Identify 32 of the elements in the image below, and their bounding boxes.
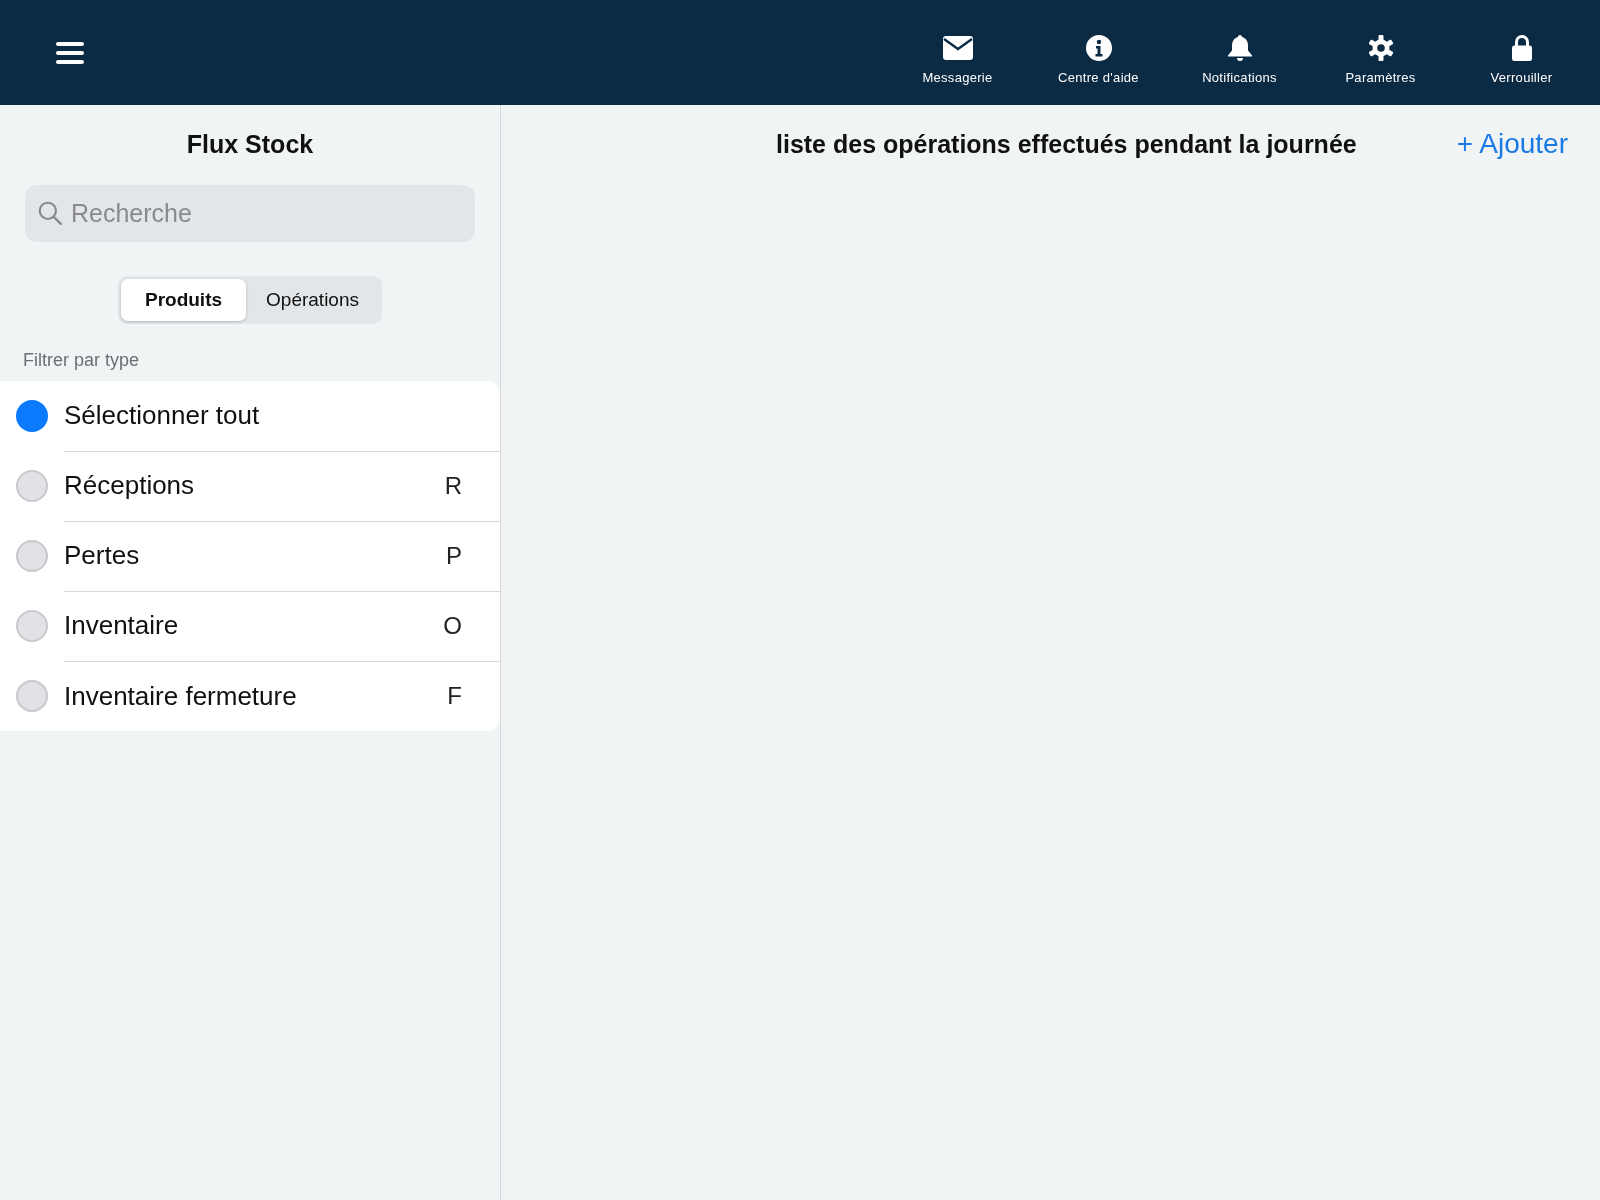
segment-tab[interactable]: Opérations xyxy=(246,279,379,321)
radio-button[interactable] xyxy=(16,470,48,502)
radio-button[interactable] xyxy=(16,400,48,432)
gear-icon xyxy=(1367,34,1394,62)
sidebar-title: Flux Stock xyxy=(186,129,314,160)
add-link[interactable]: + Ajouter xyxy=(1456,128,1568,160)
toolbar-button[interactable]: Verrouiller xyxy=(1451,0,1592,105)
filter-option[interactable]: Inventaire xyxy=(64,610,179,641)
toolbar-button[interactable]: Messagerie xyxy=(887,0,1028,105)
filter-option[interactable]: Inventaire fermeture xyxy=(64,680,297,712)
bell-icon xyxy=(1226,34,1253,62)
section-label: Filtrer par type xyxy=(23,350,140,371)
envelope-icon xyxy=(942,34,973,62)
radio-button[interactable] xyxy=(16,680,48,712)
filter-option[interactable]: Sélectionner tout xyxy=(64,400,260,431)
radio-button[interactable] xyxy=(16,610,48,642)
search-field[interactable]: Recherche xyxy=(25,185,475,242)
shortcut-letter: F xyxy=(447,682,462,710)
filter-option[interactable]: Réceptions xyxy=(64,470,195,501)
page-title: liste des opérations effectués pendant la journée xyxy=(776,129,1357,159)
shortcut-letter: R xyxy=(444,471,462,500)
segment-tab[interactable]: Produits xyxy=(121,279,247,321)
shortcut-letter: P xyxy=(446,541,462,570)
toolbar-button[interactable]: Centre d'aide xyxy=(1028,0,1169,105)
lock-icon xyxy=(1511,34,1532,62)
shortcut-letter: O xyxy=(443,611,462,640)
toolbar-button[interactable]: Notifications xyxy=(1169,0,1310,105)
info-icon xyxy=(1085,34,1112,62)
menu-icon[interactable] xyxy=(56,40,84,65)
radio-button[interactable] xyxy=(16,540,48,572)
toolbar-button[interactable]: Paramètres xyxy=(1310,0,1451,105)
filter-option[interactable]: Pertes xyxy=(64,540,140,571)
